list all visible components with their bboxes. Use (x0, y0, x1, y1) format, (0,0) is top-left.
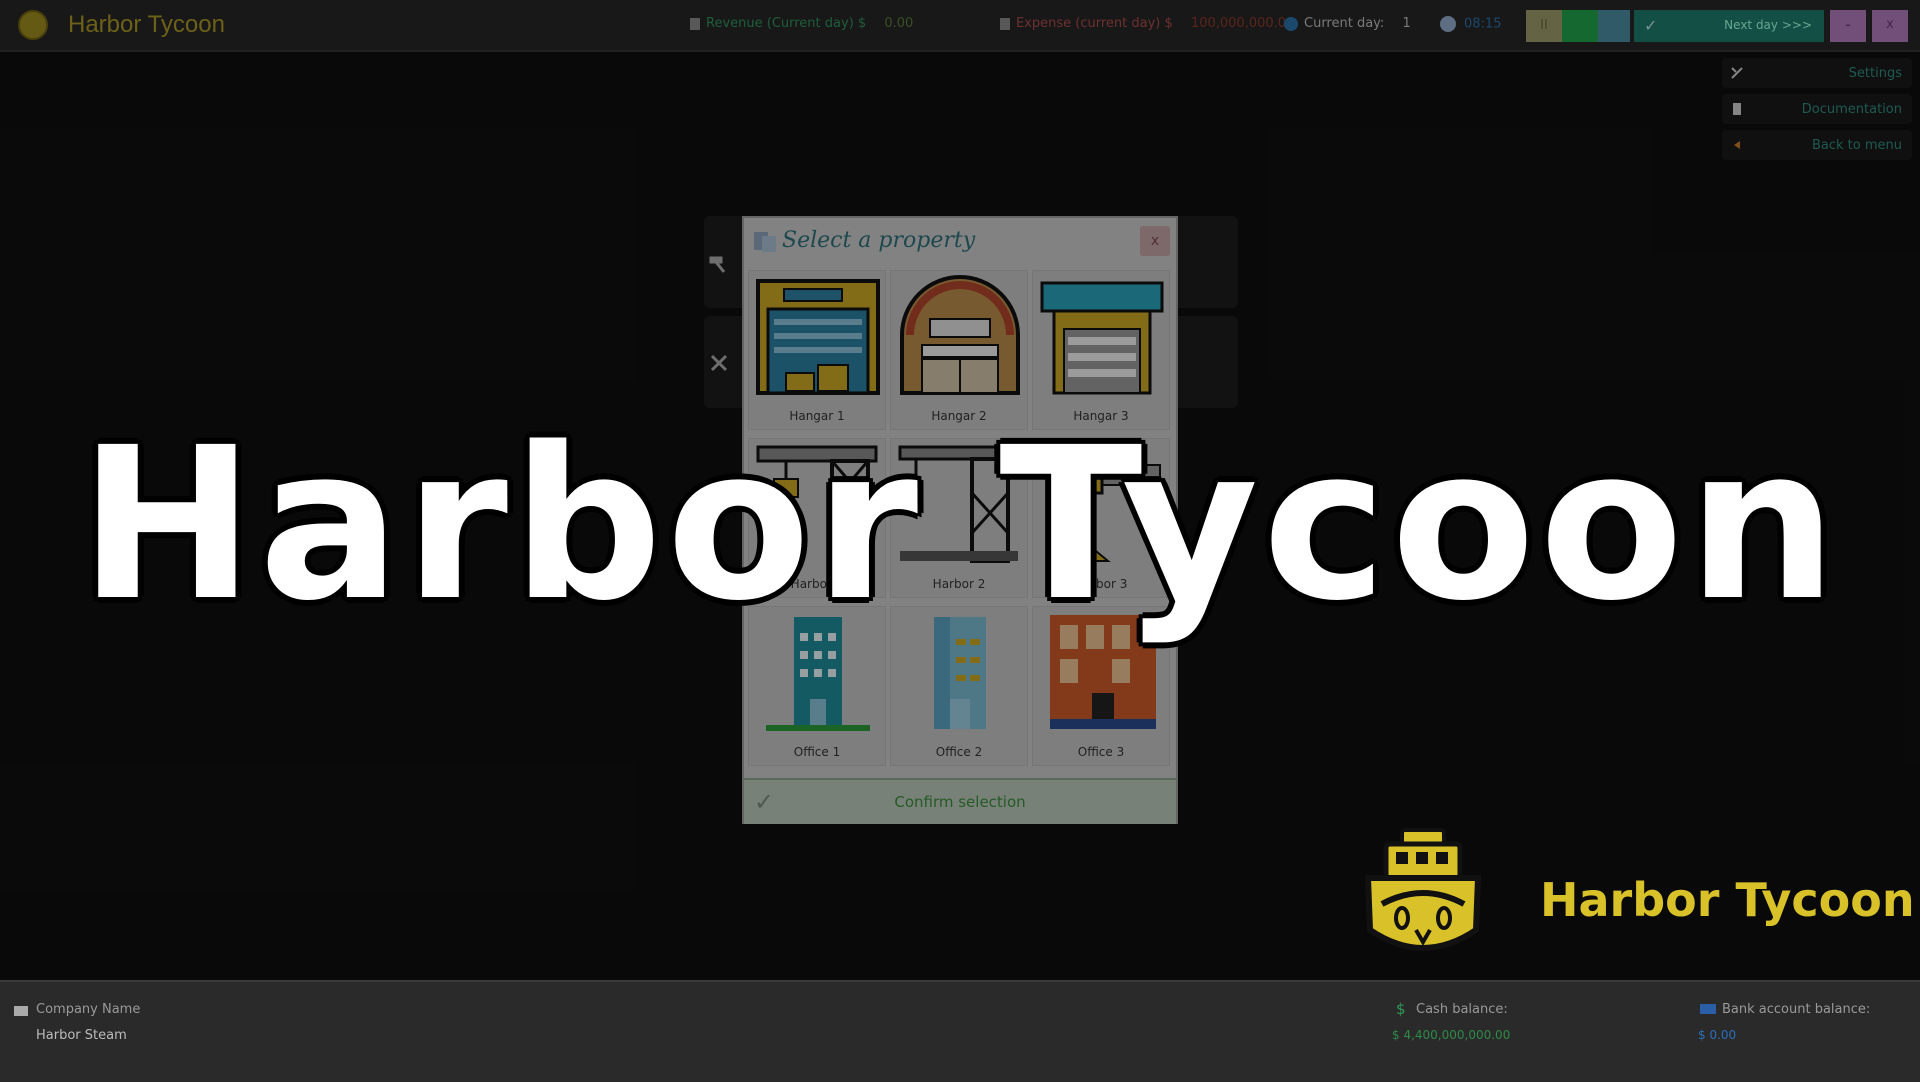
brand-name: Harbor Tycoon (1540, 873, 1915, 927)
bottom-bar: Company Name Harbor Steam $ Cash balance… (0, 980, 1920, 1082)
cash-label: Cash balance: (1416, 1002, 1508, 1017)
ship-logo-icon (1364, 828, 1482, 951)
dollar-icon: $ (1396, 1000, 1406, 1018)
id-card-icon (14, 1006, 28, 1016)
bank-label: Bank account balance: (1722, 1002, 1871, 1017)
bank-value: $ 0.00 (1698, 1028, 1737, 1042)
bank-icon (1700, 1004, 1716, 1014)
big-title-overlay: Harbor Tycoon (78, 402, 1842, 647)
cash-value: $ 4,400,000,000.00 (1392, 1028, 1511, 1042)
company-value: Harbor Steam (36, 1028, 127, 1043)
company-label: Company Name (36, 1002, 141, 1017)
